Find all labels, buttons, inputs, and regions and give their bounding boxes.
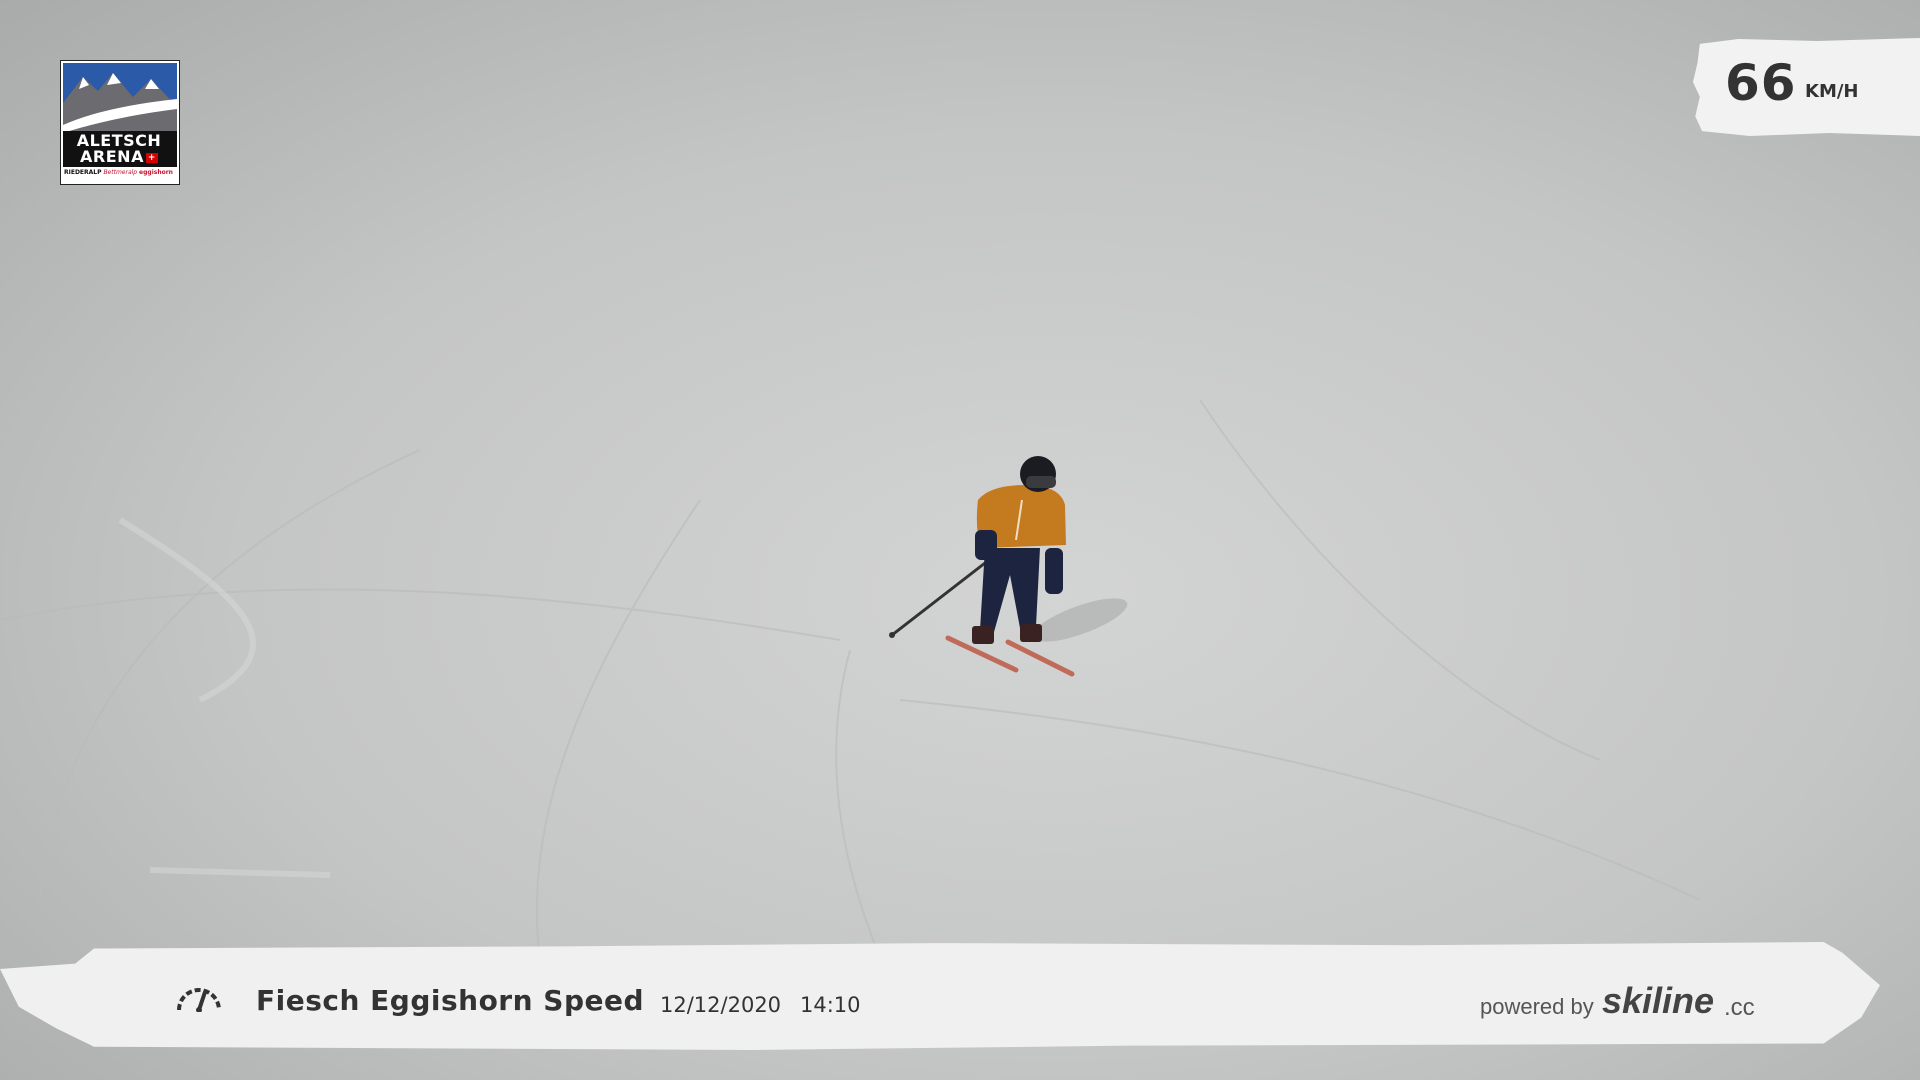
powered-by-label: powered by [1480, 994, 1594, 1019]
skiline-brand: skiline [1602, 980, 1715, 1021]
mountain-icon [63, 63, 177, 133]
skier-shadow [1032, 598, 1128, 642]
swiss-flag-icon: + [145, 152, 158, 163]
info-bar: Fiesch Eggishorn Speed 12/12/2020 14:10 … [0, 942, 1880, 1050]
logo-title-line2: ARENA + [80, 147, 158, 166]
date-label: 12/12/2020 [660, 993, 782, 1017]
ski-slope-scene [0, 399, 1701, 1001]
station-title: Fiesch Eggishorn Speed [256, 984, 645, 1017]
speedometer-icon [177, 988, 221, 1012]
skiline-tld: .cc [1724, 994, 1755, 1021]
time-label: 14:10 [800, 993, 861, 1017]
speed-badge: 66 KM/H [1693, 38, 1920, 136]
speed-value: 66 [1725, 54, 1797, 112]
aletsch-arena-logo: ALETSCH ARENA + RIEDERALP Bettmeralp eggi… [60, 60, 180, 185]
logo-subtitle: RIEDERALP Bettmeralp eggishorn [64, 169, 173, 176]
speed-unit: KM/H [1805, 81, 1859, 102]
